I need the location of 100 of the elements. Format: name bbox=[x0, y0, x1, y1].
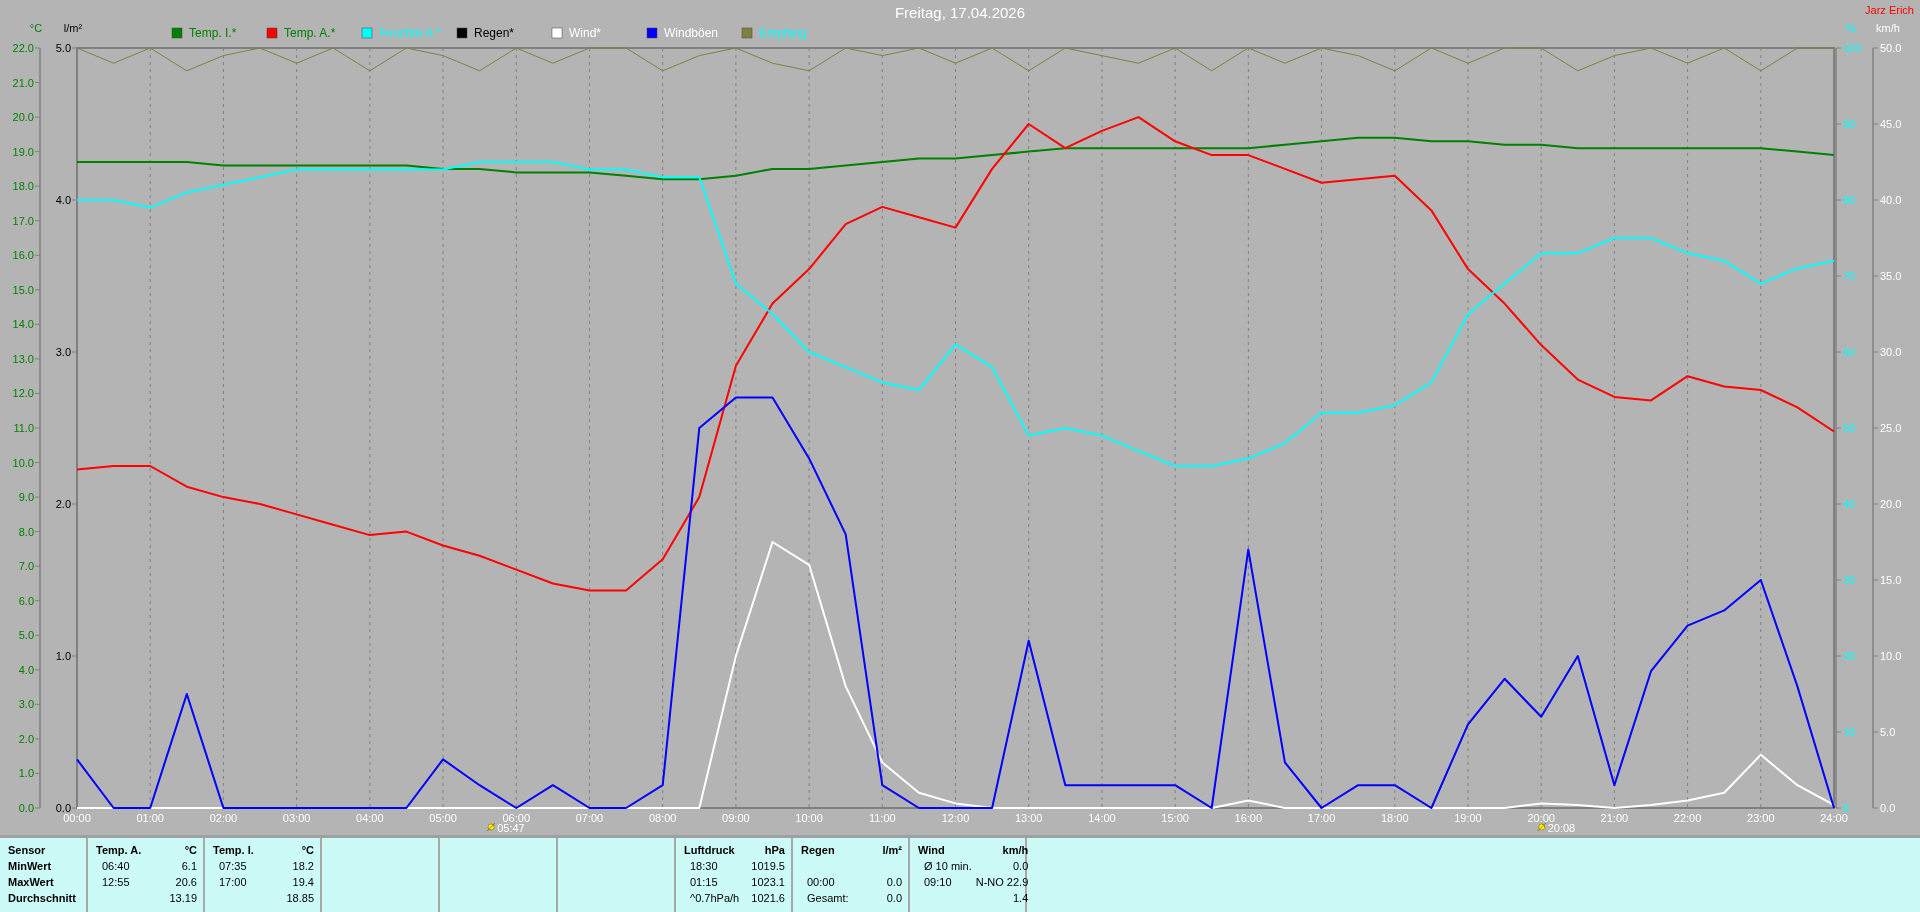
axis-tick-label: 20.0 bbox=[12, 111, 34, 124]
table-cell: 1019.5 bbox=[751, 860, 785, 872]
axis-tick-label: 07:00 bbox=[575, 812, 604, 824]
axis-tick-label: 3.0 bbox=[18, 698, 34, 711]
column-title: Luftdruck bbox=[684, 844, 736, 856]
axis-tick-label: 22:00 bbox=[1673, 812, 1702, 824]
sun-icon bbox=[1537, 822, 1547, 832]
axis-unit-label: % bbox=[1846, 24, 1856, 34]
axis-tick-label: 10 bbox=[1843, 726, 1856, 738]
legend-label: Wind* bbox=[569, 26, 601, 40]
axis-tick-label: 4.0 bbox=[18, 663, 34, 676]
column-title: Regen bbox=[801, 844, 836, 856]
axis-tick-label: 80 bbox=[1843, 194, 1856, 206]
axis-tick-label: 20.0 bbox=[1880, 498, 1902, 510]
sun-icon bbox=[486, 822, 496, 832]
legend-label: Regen* bbox=[474, 26, 515, 40]
axis-tick-label: 18.0 bbox=[12, 180, 34, 193]
axis-tick-label: 20:00 bbox=[1527, 812, 1555, 824]
axis-tick-label: 14:00 bbox=[1088, 812, 1116, 824]
table-cell-text: 06:40 bbox=[101, 860, 131, 872]
table-cell: N-NO 22.9 bbox=[975, 876, 1029, 888]
axis-tick-label: 0.0 bbox=[18, 802, 34, 814]
axis-tick-label: 100 bbox=[1843, 42, 1862, 54]
axis-tick-label: 19.0 bbox=[12, 145, 34, 158]
axis-tick-label: 0.0 bbox=[1880, 802, 1896, 814]
table-cell-text: 00:00 bbox=[806, 876, 836, 888]
axis-tick-label: 20 bbox=[1843, 650, 1856, 662]
axis-tick-label: 18:00 bbox=[1381, 812, 1409, 824]
axis-tick-label: 45.0 bbox=[1880, 118, 1902, 130]
axis-tick-label: 22.0 bbox=[12, 42, 34, 54]
sun-time-label: 05:47 bbox=[497, 822, 525, 834]
axis-tick-label: 9.0 bbox=[18, 491, 34, 504]
column-title: Temp. A. bbox=[96, 844, 143, 856]
axis-tick-label: 13:00 bbox=[1014, 812, 1043, 824]
column-unit: hPa bbox=[763, 844, 785, 856]
axis-tick-label: 1.0 bbox=[55, 650, 71, 662]
axis-unit-label: km/h bbox=[1876, 24, 1900, 34]
axis-tick-label: 21:00 bbox=[1600, 812, 1629, 824]
table-cell-text: 19.4 bbox=[291, 876, 314, 888]
axis-tick-label: 15:00 bbox=[1161, 812, 1189, 824]
axis-tick-label: 1.0 bbox=[18, 767, 34, 780]
table-cell-text: 0.0 bbox=[885, 892, 902, 904]
axis-tick-label: 17.0 bbox=[12, 214, 34, 227]
axis-tick-label: 2.0 bbox=[18, 732, 34, 745]
author-label: Jarz Erich bbox=[1865, 4, 1914, 16]
table-cell-text: 18:30 bbox=[689, 860, 719, 872]
axis-tick-label: 23:00 bbox=[1747, 812, 1775, 824]
axis-tick-label: 08:00 bbox=[648, 812, 677, 824]
legend-label: Temp. A.* bbox=[284, 26, 336, 40]
table-cell-text: Gesamt: bbox=[806, 892, 850, 904]
axis-tick-label: 11:00 bbox=[868, 812, 896, 824]
axis-tick-label: 0 bbox=[1843, 802, 1850, 814]
axis-tick-label: 12.0 bbox=[12, 387, 34, 400]
axis-tick-label: 17:00 bbox=[1307, 812, 1336, 824]
row-label: MinWert bbox=[8, 860, 53, 872]
column-title: Wind bbox=[918, 844, 946, 856]
axis-tick-label: 16.0 bbox=[12, 249, 34, 262]
axis-tick-label: 09:00 bbox=[722, 812, 750, 824]
axis-tick-label: 7.0 bbox=[18, 560, 34, 573]
axis-tick-label: 70 bbox=[1843, 270, 1856, 282]
axis-tick-label: 60 bbox=[1843, 346, 1856, 358]
axis-tick-label: 10.0 bbox=[1880, 650, 1902, 662]
axis-tick-label: 00:00 bbox=[63, 812, 91, 824]
axis-tick-label: 90 bbox=[1843, 118, 1856, 130]
axis-tick-label: 24:00 bbox=[1820, 812, 1848, 824]
table-cell-text: 18.2 bbox=[291, 860, 314, 872]
column-unit: °C bbox=[183, 844, 197, 856]
axis-tick-label: 03:00 bbox=[282, 812, 311, 824]
row-label: Sensor bbox=[8, 844, 47, 856]
axis-tick-label: 06:00 bbox=[502, 812, 530, 824]
table-cell-text: ^0.7hPa/h bbox=[689, 892, 741, 904]
column-unit: l/m² bbox=[882, 844, 902, 856]
axis-tick-label: 30 bbox=[1843, 574, 1856, 586]
axis-tick-label: 8.0 bbox=[18, 525, 34, 538]
axis-tick-label: 16:00 bbox=[1234, 812, 1263, 824]
axis-tick-label: 19:00 bbox=[1454, 812, 1482, 824]
axis-tick-label: 02:00 bbox=[209, 812, 238, 824]
axis-unit-label: °C bbox=[29, 24, 43, 34]
axis-tick-label: 10:00 bbox=[795, 812, 823, 824]
axis-tick-label: 2.0 bbox=[55, 498, 71, 510]
column-unit: km/h bbox=[1001, 844, 1029, 856]
axis-tick-label: 12:00 bbox=[941, 812, 970, 824]
axis-tick-label: 14.0 bbox=[12, 318, 34, 331]
axis-tick-label: 50 bbox=[1843, 422, 1856, 434]
axis-unit-label: l/m² bbox=[63, 24, 83, 34]
sun-time-label: 20:08 bbox=[1547, 822, 1576, 834]
table-cell-text: 20.6 bbox=[174, 876, 197, 888]
table-cell-text: Ø 10 min. bbox=[923, 860, 972, 872]
table-cell: 1021.6 bbox=[751, 892, 785, 904]
axis-tick-label: 04:00 bbox=[356, 812, 384, 824]
legend-label: Windböen bbox=[664, 26, 719, 40]
axis-tick-label: 0.0 bbox=[55, 802, 71, 814]
row-label: Durchschnitt bbox=[8, 892, 77, 904]
axis-tick-label: 13.0 bbox=[12, 352, 34, 365]
axis-tick-label: 21.0 bbox=[12, 76, 34, 89]
table-cell-text: 17:00 bbox=[218, 876, 248, 888]
axis-tick-label: 11.0 bbox=[13, 422, 34, 434]
legend-label: Feuchte A.* bbox=[379, 26, 442, 40]
legend-label: Empfang bbox=[759, 26, 808, 40]
table-cell-text: 0.0 bbox=[1011, 860, 1029, 872]
